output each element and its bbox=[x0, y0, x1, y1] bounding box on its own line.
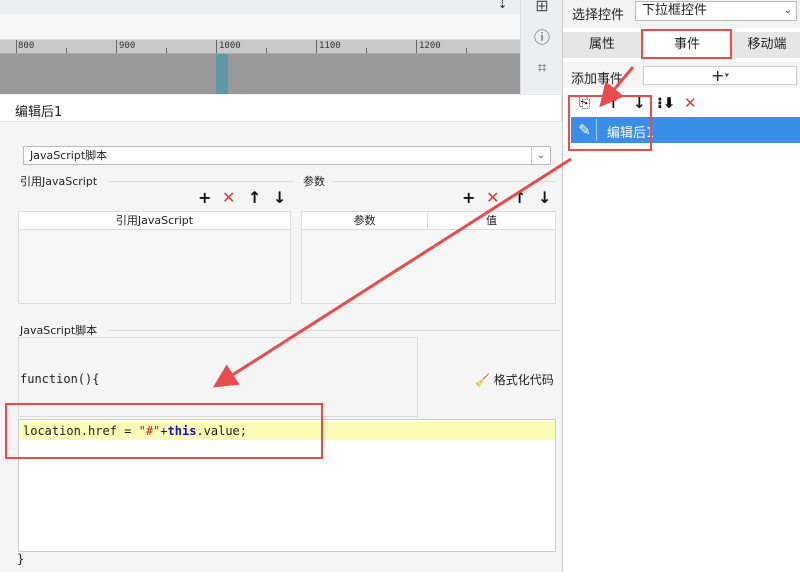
annotation-arrows bbox=[212, 66, 635, 388]
annotation-arrow bbox=[599, 66, 635, 108]
annotation-arrow bbox=[212, 157, 572, 388]
